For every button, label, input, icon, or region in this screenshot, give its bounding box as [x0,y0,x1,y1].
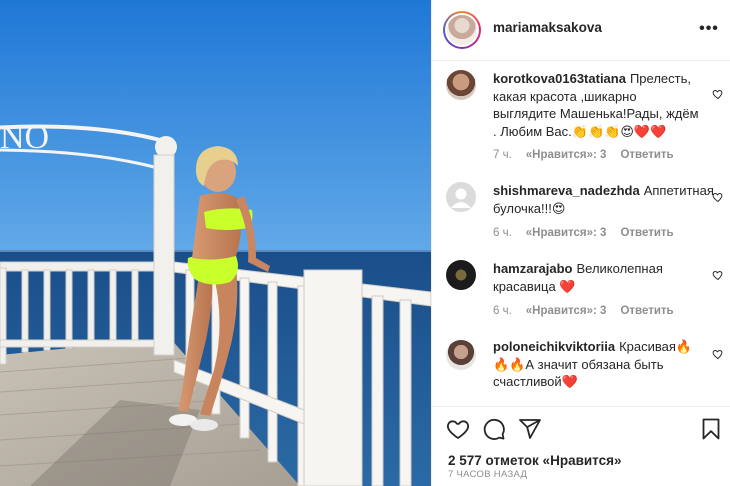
post-photo[interactable]: NO [0,0,431,486]
comment-time[interactable]: 7 ч. [493,149,512,161]
comment-likes[interactable]: «Нравится»: 3 [526,149,607,161]
arch-sign-text: NO [0,119,49,156]
comment-text: poloneichikviktoriia Красивая🔥🔥🔥А значит … [493,338,703,391]
commenter-username[interactable]: shishmareva_nadezhda [493,183,640,198]
comment-meta: 6 ч. «Нравится»: 3 Ответить [493,305,688,317]
heart-outline-icon[interactable] [446,417,470,441]
commenter-username[interactable]: hamzarajabo [493,261,572,276]
comment-bubble-icon[interactable] [482,417,506,441]
comment-text: korotkova0163tatiana Прелесть, какая крас… [493,70,703,140]
likes-count[interactable]: 2 577 отметок «Нравится» [448,453,622,468]
comment-meta: 6 ч. «Нравится»: 3 Ответить [493,227,688,239]
comment-like-icon[interactable] [712,191,724,203]
post-header: mariamaksakova ••• [432,0,730,61]
more-options-icon[interactable]: ••• [699,17,719,41]
bookmark-icon[interactable] [699,417,723,441]
commenter-avatar[interactable] [446,260,476,290]
commenter-username[interactable]: korotkova0163tatiana [493,71,626,86]
comment-meta: 7 ч. «Нравится»: 3 Ответить [493,149,688,161]
commenter-avatar[interactable] [446,70,476,100]
comment-likes[interactable]: «Нравится»: 3 [526,305,607,317]
paper-plane-icon[interactable] [518,417,542,441]
author-username[interactable]: mariamaksakova [493,20,602,35]
comment-like-icon[interactable] [712,88,724,100]
comment-text: shishmareva_nadezhda Аппетитная булочка!!… [493,182,714,217]
author-avatar[interactable] [443,11,481,49]
commenter-username[interactable]: poloneichikviktoriia [493,339,615,354]
beach-photo-image: NO [0,0,431,486]
comment-time[interactable]: 6 ч. [493,227,512,239]
commenter-avatar[interactable] [446,340,476,370]
post-sidebar: mariamaksakova ••• korotkova0163tatiana П… [431,0,730,486]
commenter-avatar[interactable] [446,182,476,212]
comments-list: korotkova0163tatiana Прелесть, какая крас… [432,62,730,406]
reply-button[interactable]: Ответить [620,305,673,317]
comment-time[interactable]: 6 ч. [493,305,512,317]
comment-text: hamzarajabo Великолепная красавица ❤️ [493,260,703,295]
default-avatar-icon [451,188,471,208]
reply-button[interactable]: Ответить [620,227,673,239]
comment-like-icon[interactable] [712,348,724,360]
reply-button[interactable]: Ответить [620,149,673,161]
comment-likes[interactable]: «Нравится»: 3 [526,227,607,239]
comment-like-icon[interactable] [712,269,724,281]
post-timestamp[interactable]: 7 ЧАСОВ НАЗАД [448,469,527,480]
